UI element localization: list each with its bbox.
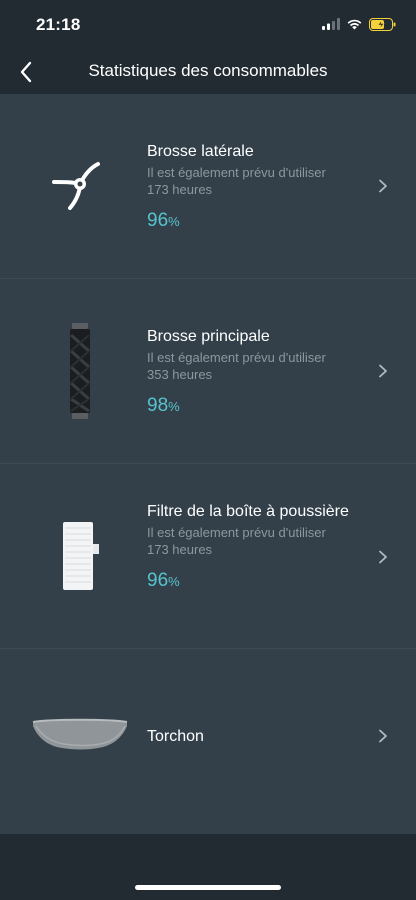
- mop-thumbnail: [30, 685, 130, 785]
- dust-filter-icon: [63, 522, 99, 590]
- percent-value: 96: [147, 570, 169, 591]
- item-name: Torchon: [147, 728, 204, 745]
- consumable-item-mop[interactable]: Torchon: [0, 649, 416, 834]
- mop-info: Torchon: [147, 726, 367, 747]
- item-hours: 173 heures: [147, 542, 213, 557]
- item-name: Brosse principale: [147, 328, 270, 345]
- battery-charging-icon: [369, 17, 396, 31]
- dust-filter-thumbnail: [30, 506, 130, 606]
- home-indicator[interactable]: [135, 885, 281, 890]
- chevron-right-icon: [379, 729, 387, 743]
- side-brush-icon: [52, 162, 100, 210]
- side-brush-thumbnail: [30, 136, 130, 236]
- main-brush-thumbnail: [30, 321, 130, 421]
- chevron-right-icon: [379, 550, 387, 564]
- page-title: Statistiques des consommables: [88, 61, 328, 80]
- cellular-signal-icon: [322, 18, 340, 30]
- item-description: Il est également prévu d'utiliser: [147, 525, 326, 540]
- consumable-item-main-brush[interactable]: Brosse principale Il est également prévu…: [0, 279, 416, 464]
- chevron-right-icon: [379, 179, 387, 193]
- status-icons: [322, 16, 396, 32]
- dust-filter-info: Filtre de la boîte à poussière Il est ég…: [147, 501, 367, 593]
- consumable-item-dust-filter[interactable]: Filtre de la boîte à poussière Il est ég…: [0, 464, 416, 649]
- main-brush-icon: [70, 323, 90, 419]
- mop-cloth-icon: [32, 718, 128, 750]
- item-hours: 353 heures: [147, 367, 213, 382]
- percent-value: 98: [147, 395, 169, 416]
- app-header: Statistiques des consommables: [0, 50, 416, 94]
- item-name: Brosse latérale: [147, 143, 254, 160]
- side-brush-info: Brosse latérale Il est également prévu d…: [147, 141, 367, 233]
- item-description: Il est également prévu d'utiliser: [147, 350, 326, 365]
- status-time: 21:18: [36, 15, 81, 34]
- percent-unit: %: [168, 399, 180, 414]
- wifi-icon: [347, 19, 362, 30]
- percent-unit: %: [168, 574, 180, 589]
- item-percent: 96%: [147, 210, 367, 233]
- consumable-item-side-brush[interactable]: Brosse latérale Il est également prévu d…: [0, 94, 416, 279]
- percent-value: 96: [147, 210, 169, 231]
- item-percent: 98%: [147, 395, 367, 418]
- item-percent: 96%: [147, 570, 367, 593]
- main-brush-info: Brosse principale Il est également prévu…: [147, 326, 367, 418]
- item-name: Filtre de la boîte à poussière: [147, 503, 349, 520]
- status-bar: 21:18: [0, 0, 416, 50]
- item-hours: 173 heures: [147, 182, 213, 197]
- chevron-right-icon: [379, 364, 387, 378]
- bottom-bar: [0, 834, 416, 900]
- consumables-list: Brosse latérale Il est également prévu d…: [0, 94, 416, 834]
- percent-unit: %: [168, 214, 180, 229]
- item-description: Il est également prévu d'utiliser: [147, 165, 326, 180]
